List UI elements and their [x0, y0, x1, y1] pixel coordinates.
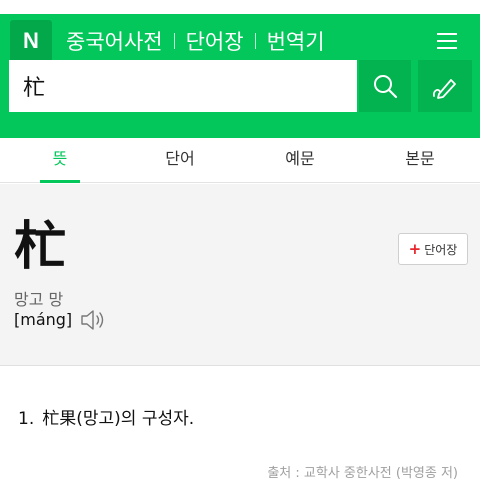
search-input[interactable]: [9, 60, 357, 112]
meaning-item: 1. 杧果(망고)의 구성자.: [18, 404, 194, 429]
pinyin: [máng]: [14, 310, 73, 329]
nav-wordbook[interactable]: 단어장: [186, 26, 244, 56]
korean-pronunciation: 망고 망: [14, 290, 64, 309]
header-nav: 중국어사전 단어장 번역기: [66, 26, 325, 56]
logo-text: N: [23, 28, 39, 53]
tab-text[interactable]: 본문: [360, 138, 480, 182]
search-box: [9, 60, 357, 112]
search-button[interactable]: [359, 60, 411, 112]
nav-divider: [173, 33, 175, 49]
tab-meaning[interactable]: 뜻: [0, 138, 120, 182]
nav-divider: [254, 33, 256, 49]
add-to-wordbook-label: 단어장: [424, 242, 458, 257]
nav-chinese-dictionary[interactable]: 중국어사전: [66, 26, 163, 56]
plus-icon: +: [408, 240, 422, 258]
source-credit: 출처 : 교학사 중한사전 (박영종 저): [267, 466, 458, 481]
active-tab-indicator: [40, 180, 80, 183]
search-icon: [374, 75, 398, 99]
headword: 杧: [14, 217, 67, 277]
add-to-wordbook-button[interactable]: + 단어장: [398, 233, 468, 265]
nav-translator[interactable]: 번역기: [267, 26, 325, 56]
tab-examples[interactable]: 예문: [240, 138, 360, 182]
speaker-icon[interactable]: [80, 308, 108, 332]
tab-bar: 뜻 단어 예문 본문: [0, 138, 480, 183]
naver-logo[interactable]: N: [10, 20, 52, 62]
pen-icon: [433, 79, 456, 99]
menu-icon[interactable]: [434, 28, 460, 54]
meaning-text: 杧果(망고)의 구성자.: [42, 409, 195, 429]
handwriting-button[interactable]: [418, 60, 472, 112]
tab-words[interactable]: 단어: [120, 138, 240, 182]
entry-panel: 杧 망고 망 [máng] + 단어장: [0, 184, 480, 366]
meaning-number: 1.: [18, 409, 35, 429]
